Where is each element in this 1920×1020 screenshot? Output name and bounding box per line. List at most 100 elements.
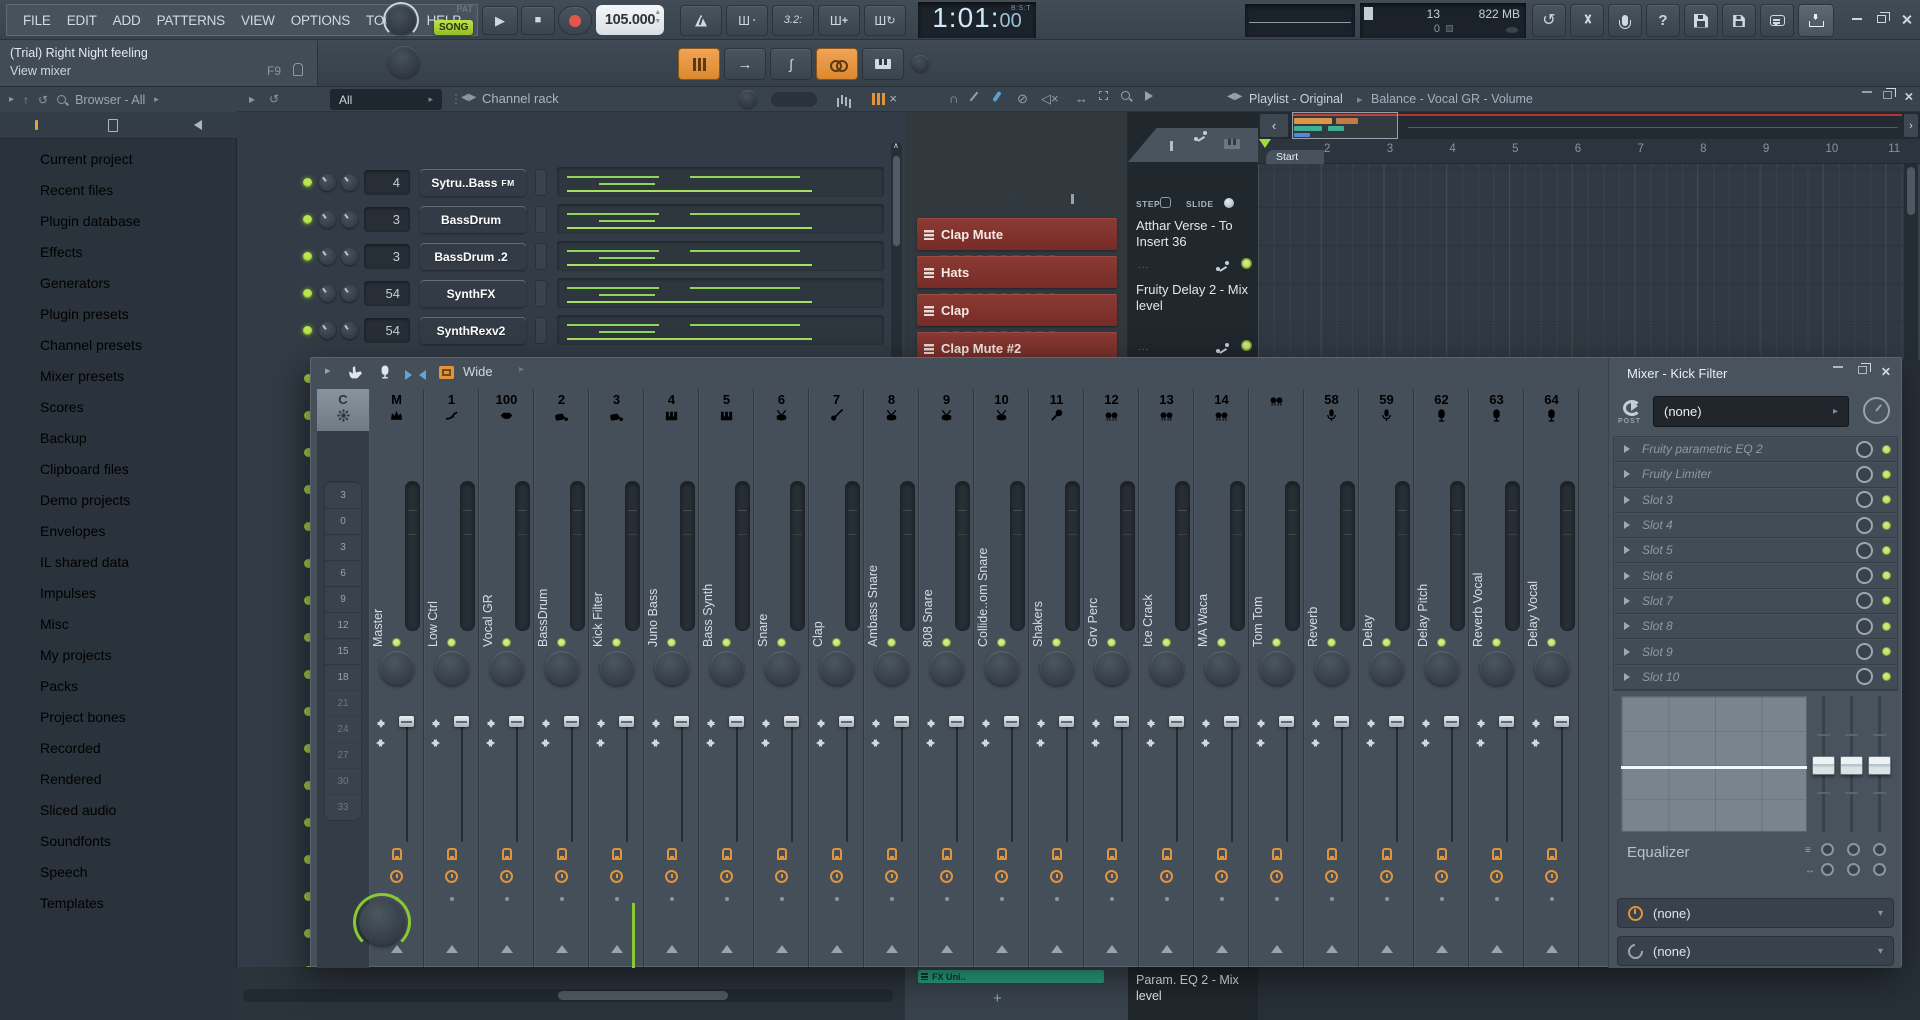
record-arm-dot[interactable]	[670, 897, 674, 901]
fx-slot-label[interactable]: Slot 3	[1642, 493, 1856, 507]
browser-title-arrow[interactable]: ▸	[154, 94, 159, 105]
fx-enable-icon[interactable]	[722, 848, 732, 860]
leftright-arrows-icon[interactable]	[977, 739, 987, 747]
fader-handle[interactable]	[1499, 716, 1514, 727]
view-arrow[interactable]: ▸	[519, 364, 524, 375]
channel-keyboard-indicator[interactable]	[535, 243, 547, 270]
magnet-icon[interactable]: ∩	[949, 91, 958, 106]
mixer-track[interactable]: 9 808 Snare	[919, 389, 974, 968]
piano-roll-preview[interactable]	[557, 241, 884, 271]
automation-clock-icon[interactable]	[1380, 870, 1393, 883]
mixer-close-icon[interactable]	[1880, 366, 1891, 377]
updown-arrows-icon[interactable]	[1312, 715, 1320, 725]
fx-enable-led[interactable]	[1882, 445, 1891, 454]
fader-handle[interactable]	[1389, 716, 1404, 727]
menu-item[interactable]: ADD	[105, 13, 149, 28]
updown-arrows-icon[interactable]	[1202, 715, 1210, 725]
playlist-close-icon[interactable]	[1903, 91, 1914, 102]
eq-band-knob[interactable]	[1873, 863, 1886, 876]
route-arrow-icon[interactable]	[611, 939, 623, 953]
automation-clock-icon[interactable]	[1160, 870, 1173, 883]
pan-knob[interactable]	[1095, 651, 1129, 685]
pan-knob[interactable]	[435, 651, 469, 685]
mixer-track[interactable]: 7 Clap	[809, 389, 864, 968]
fx-enable-icon[interactable]	[1052, 848, 1062, 860]
track-header[interactable]	[1249, 389, 1304, 431]
fx-enable-icon[interactable]	[1437, 848, 1447, 860]
browser-item[interactable]: Demo projects	[0, 484, 237, 515]
slot-arrow-icon[interactable]	[1624, 673, 1634, 681]
leftright-arrows-icon[interactable]	[372, 739, 382, 747]
cr-undo-icon[interactable]: ↺	[269, 92, 279, 106]
eq-band-knob[interactable]	[1847, 863, 1860, 876]
link-to-controller-button[interactable]	[816, 48, 858, 80]
mixer-track[interactable]: 3 Kick Filter	[589, 389, 644, 968]
track-header[interactable]: 14	[1194, 389, 1249, 431]
automation-clock-icon[interactable]	[1435, 870, 1448, 883]
browser-item[interactable]: Clipboard files	[0, 453, 237, 484]
track-header[interactable]: 59	[1359, 389, 1414, 431]
fx-slot[interactable]: Slot 8	[1614, 614, 1897, 639]
pattern-item[interactable]: Hats	[917, 256, 1117, 288]
export-button[interactable]	[1798, 4, 1834, 37]
track-header[interactable]: 4	[644, 389, 699, 431]
pat-song-toggle[interactable]: PAT SONG	[434, 3, 476, 37]
channel-led[interactable]	[303, 215, 312, 224]
record-arm-dot[interactable]	[505, 897, 509, 901]
automation-clock-icon[interactable]	[1050, 870, 1063, 883]
track-led[interactable]	[612, 638, 621, 647]
track-header[interactable]: M	[369, 389, 424, 431]
fx-slot-label[interactable]: Slot 5	[1642, 543, 1856, 557]
channel-rack-scrollbar[interactable]	[891, 142, 902, 362]
leftright-arrows-icon[interactable]	[1142, 739, 1152, 747]
updown-arrows-icon[interactable]	[1147, 715, 1155, 725]
slip-tool-icon[interactable]: ↔	[1075, 91, 1088, 106]
volume-fader[interactable]	[1279, 716, 1294, 842]
playlist-timeline[interactable]: Start 234567891011	[1258, 139, 1920, 164]
channel-pan-knob[interactable]	[319, 248, 336, 265]
volume-fader[interactable]	[454, 716, 469, 842]
dock-arrows-icon[interactable]	[405, 367, 426, 385]
volume-fader[interactable]	[1004, 716, 1019, 842]
fx-enable-icon[interactable]	[832, 848, 842, 860]
volume-fader[interactable]	[1389, 716, 1404, 842]
record-arm-dot[interactable]	[1165, 897, 1169, 901]
automation-clock-icon[interactable]	[1215, 870, 1228, 883]
insert-clock-icon[interactable]	[1863, 397, 1890, 424]
automation-clock-icon[interactable]	[940, 870, 953, 883]
piano-roll-preview[interactable]	[557, 167, 884, 197]
mixer-track[interactable]: 2 BassDrum	[534, 389, 589, 968]
fx-slot-label[interactable]: Slot 8	[1642, 619, 1856, 633]
master-route-knob[interactable]	[359, 899, 405, 945]
zoom-tool-icon[interactable]	[1121, 91, 1130, 100]
leftright-arrows-icon[interactable]	[812, 739, 822, 747]
search-icon[interactable]	[57, 95, 66, 104]
track-name[interactable]: Vocal GR	[481, 479, 497, 647]
browser-menu-arrow[interactable]: ▸	[9, 94, 14, 105]
record-arm-dot[interactable]	[1110, 897, 1114, 901]
playback-tool-icon[interactable]	[1145, 91, 1158, 101]
audio-tab-icon[interactable]	[1164, 139, 1179, 153]
volume-fader[interactable]	[839, 716, 854, 842]
channel-name-button[interactable]: BassDrum	[420, 206, 526, 233]
fader-handle[interactable]	[1334, 716, 1349, 727]
master-pitch-knob[interactable]	[388, 46, 420, 78]
record-arm-dot[interactable]	[1330, 897, 1334, 901]
updown-arrows-icon[interactable]	[872, 715, 880, 725]
updown-arrows-icon[interactable]	[1257, 715, 1265, 725]
browser-item[interactable]: Sliced audio	[0, 794, 237, 825]
fader-handle[interactable]	[1004, 716, 1019, 727]
fader-handle[interactable]	[839, 716, 854, 727]
fader-handle[interactable]	[1444, 716, 1459, 727]
leftright-arrows-icon[interactable]	[1252, 739, 1262, 747]
browser-item[interactable]: Generators	[0, 267, 237, 298]
browser-item[interactable]: Channel presets	[0, 329, 237, 360]
countdown-button[interactable]: 3.2:	[772, 5, 814, 36]
browser-item[interactable]: IL shared data	[0, 546, 237, 577]
fader-handle[interactable]	[399, 716, 414, 727]
track-header[interactable]: 62	[1414, 389, 1469, 431]
view-color-icon[interactable]	[439, 366, 454, 379]
fx-enable-icon[interactable]	[502, 848, 512, 860]
updown-arrows-icon[interactable]	[1092, 715, 1100, 725]
window-icon[interactable]: ◀▶	[461, 92, 476, 103]
